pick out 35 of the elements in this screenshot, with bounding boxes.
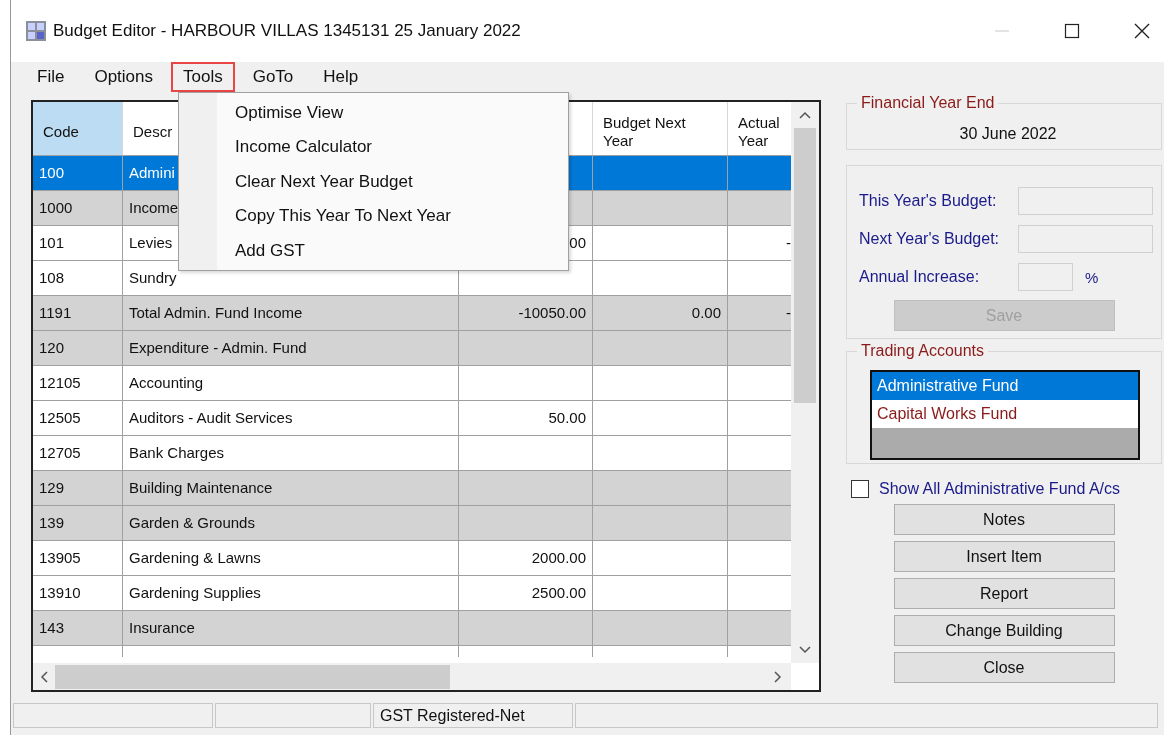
menu-item[interactable]: Tools <box>171 62 235 92</box>
scroll-right-icon[interactable] <box>773 670 783 683</box>
column-header[interactable]: Code <box>33 102 123 155</box>
scroll-left-icon[interactable] <box>39 670 49 683</box>
checkbox[interactable] <box>851 480 869 498</box>
field-label: Annual Increase: <box>859 268 981 286</box>
vertical-scrollbar[interactable] <box>791 102 819 663</box>
action-button[interactable]: Report <box>893 578 1115 609</box>
field-label: Next Year's Budget: <box>859 230 1001 248</box>
maximize-icon[interactable] <box>1064 23 1080 39</box>
scroll-down-icon[interactable] <box>799 645 811 655</box>
percent-label: % <box>1085 268 1099 286</box>
checkbox-label: Show All Administrative Fund A/cs <box>879 480 1120 498</box>
action-button[interactable]: Notes <box>893 504 1115 535</box>
menu-item[interactable]: Help <box>311 62 371 92</box>
field-label: This Year's Budget: <box>859 192 998 210</box>
calculator-icon <box>25 20 47 42</box>
menu-item[interactable]: Options <box>82 62 165 92</box>
scroll-thumb[interactable] <box>794 128 816 403</box>
list-item[interactable]: Capital Works Fund <box>872 400 1138 428</box>
action-button[interactable]: Close <box>893 652 1115 683</box>
window-title: Budget Editor - HARBOUR VILLAS 1345131 25 January 2022 <box>53 21 522 41</box>
action-button[interactable]: Change Building <box>893 615 1115 646</box>
scroll-up-icon[interactable] <box>799 110 811 120</box>
list-item[interactable]: Administrative Fund <box>872 372 1138 400</box>
close-icon[interactable] <box>1134 23 1150 39</box>
horizontal-scrollbar[interactable] <box>33 663 791 690</box>
action-button[interactable]: Insert Item <box>893 541 1115 572</box>
year-end-date: 30 June 2022 <box>958 125 1057 143</box>
menu-option[interactable]: Optimise View <box>235 98 457 133</box>
status-text: GST Registered-Net <box>373 703 573 728</box>
scroll-thumb[interactable] <box>55 664 450 689</box>
menu-item[interactable]: GoTo <box>240 62 306 92</box>
menu-item[interactable]: File <box>25 62 77 92</box>
group-title: Trading Accounts <box>857 342 989 360</box>
